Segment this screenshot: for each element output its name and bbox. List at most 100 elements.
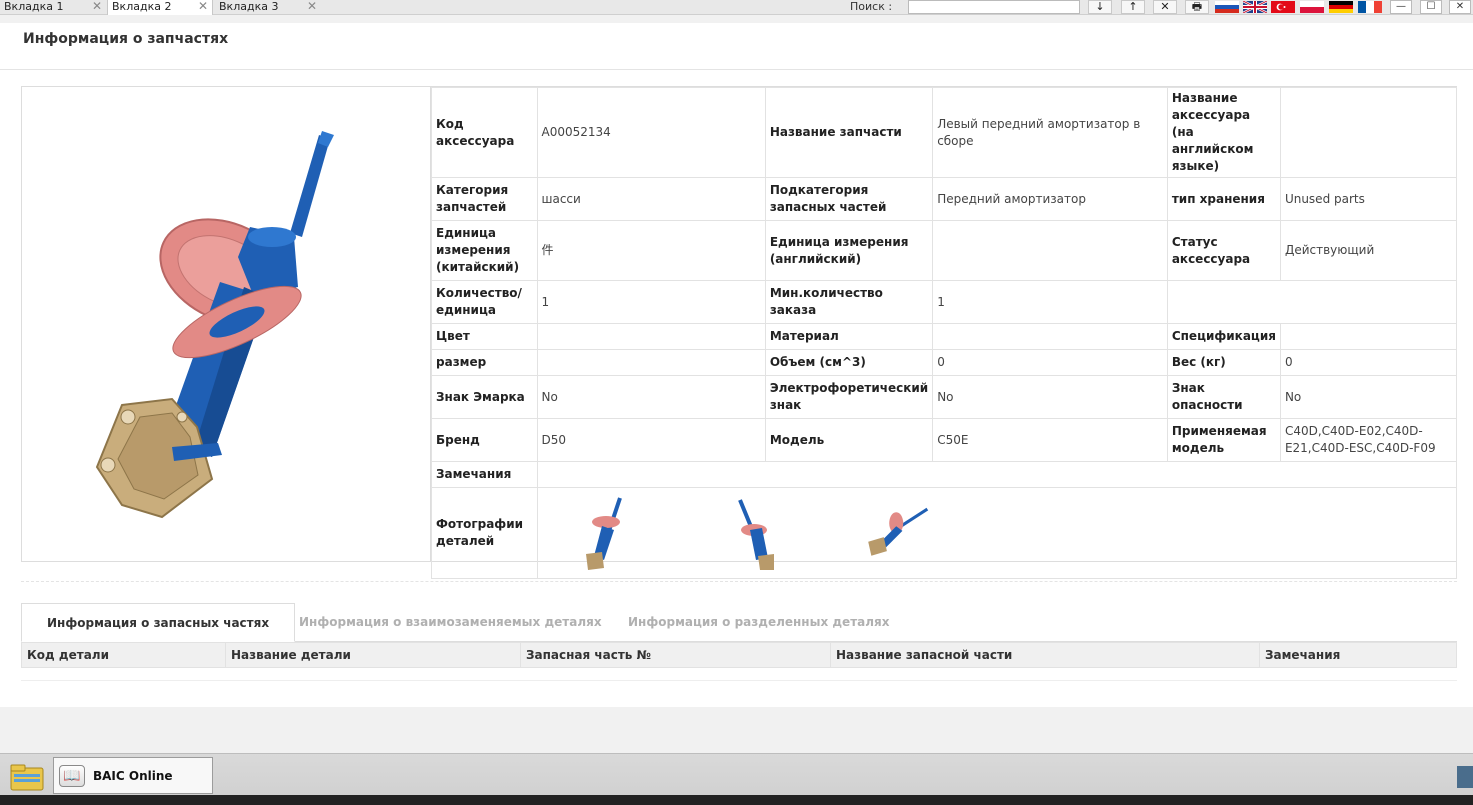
name-en-value <box>1279 87 1458 178</box>
remarks-value <box>536 461 1457 488</box>
status-value: Действующий <box>1279 220 1458 281</box>
color-value <box>536 323 766 350</box>
applicable-label: Применяемая модель <box>1166 418 1281 462</box>
category-value: шасси <box>536 177 766 221</box>
tab-3[interactable]: Вкладка 3 ✕ <box>215 0 321 15</box>
empty-cell <box>1166 280 1458 324</box>
part-main-image[interactable] <box>22 87 431 561</box>
name-label: Название запчасти <box>764 87 934 178</box>
system-tray-icon[interactable] <box>1457 766 1473 788</box>
column-header[interactable]: Запасная часть № <box>521 643 831 667</box>
emark-label: Знак Эмарка <box>431 375 538 419</box>
volume-label: Объем (см^3) <box>764 349 934 376</box>
part-photo-thumbnail[interactable] <box>722 494 792 574</box>
brand-value: D50 <box>536 418 766 462</box>
column-header[interactable]: Название запасной части <box>831 643 1260 667</box>
grid-header: Код детали Название детали Запасная част… <box>21 642 1457 668</box>
minqty-label: Мин.количество заказа <box>764 280 934 324</box>
tab-label: Вкладка 3 <box>219 0 279 13</box>
category-label: Категория запчастей <box>431 177 538 221</box>
applicable-value: C40D,C40D-E02,C40D-E21,C40D-ESC,C40D-F09 <box>1279 418 1458 462</box>
tab-label: Вкладка 1 <box>4 0 64 13</box>
taskbar-app-label: BAIC Online <box>93 769 173 783</box>
search-label: Поиск : <box>850 0 893 13</box>
shock-absorber-illustration <box>95 131 334 519</box>
maximize-button[interactable]: ☐ <box>1420 0 1442 14</box>
close-icon[interactable]: ✕ <box>92 0 102 13</box>
taskbar-app-button[interactable]: 📖 BAIC Online <box>53 757 213 794</box>
search-prev-button[interactable]: ↑ <box>1121 0 1145 14</box>
column-header[interactable]: Код детали <box>22 643 226 667</box>
divider <box>0 69 1473 70</box>
tr-flag-icon[interactable] <box>1271 1 1295 13</box>
name-en-label: Название аксессуара (на английском языке… <box>1166 87 1281 178</box>
close-icon[interactable]: ✕ <box>307 0 317 13</box>
danger-label: Знак опасности <box>1166 375 1281 419</box>
storage-value: Unused parts <box>1279 177 1458 221</box>
ru-flag-icon[interactable] <box>1215 1 1239 13</box>
gb-flag-icon[interactable] <box>1243 1 1267 13</box>
page-title: Информация о запчастях <box>23 31 229 47</box>
de-flag-icon[interactable] <box>1329 1 1353 13</box>
tab-interchangeable-parts[interactable]: Информация о взаимозаменяемых деталях <box>274 603 627 642</box>
grid-body <box>21 680 1457 681</box>
unit-cn-label: Единица измерения (китайский) <box>431 220 538 281</box>
minqty-value: 1 <box>932 280 1168 324</box>
emark-value: No <box>536 375 766 419</box>
size-label: размер <box>431 349 538 376</box>
tab-2[interactable]: Вкладка 2 ✕ <box>107 0 213 15</box>
weight-label: Вес (кг) <box>1166 349 1281 376</box>
print-button[interactable]: 🖶 <box>1185 0 1209 14</box>
size-value <box>536 349 766 376</box>
minimize-button[interactable]: — <box>1390 0 1412 14</box>
fr-flag-icon[interactable] <box>1358 1 1382 13</box>
column-header[interactable]: Замечания <box>1260 643 1456 667</box>
spec-value <box>1279 323 1458 350</box>
electro-value: No <box>932 375 1168 419</box>
tab-split-parts[interactable]: Информация о разделенных деталях <box>603 603 914 642</box>
brand-label: Бренд <box>431 418 538 462</box>
book-icon: 📖 <box>59 765 85 787</box>
part-photo-thumbnail[interactable] <box>862 494 932 574</box>
name-value: Левый передний амортизатор в сборе <box>932 87 1168 178</box>
photos-label: Фотографии деталей <box>431 487 538 579</box>
detail-tabs: Информация о запасных частях Информация … <box>21 603 1457 642</box>
unit-en-label: Единица измерения (английский) <box>764 220 934 281</box>
unit-en-value <box>932 220 1168 281</box>
main-panel: Информация о запчастях Код аксессуара A0… <box>0 23 1473 707</box>
unit-cn-value: 件 <box>536 220 766 281</box>
remarks-label: Замечания <box>431 461 538 488</box>
column-header[interactable]: Название детали <box>226 643 521 667</box>
search-next-button[interactable]: ↓ <box>1088 0 1112 14</box>
clear-search-button[interactable]: ✕ <box>1153 0 1177 14</box>
close-icon[interactable]: ✕ <box>198 0 208 13</box>
part-photo-thumbnail[interactable] <box>572 494 642 574</box>
spec-label: Спецификация <box>1166 323 1281 350</box>
color-label: Цвет <box>431 323 538 350</box>
model-value: C50E <box>932 418 1168 462</box>
model-label: Модель <box>764 418 934 462</box>
divider <box>21 581 1457 582</box>
folder-icon[interactable] <box>9 760 45 792</box>
qty-value: 1 <box>536 280 766 324</box>
screen-bottom-edge <box>0 795 1473 805</box>
search-input[interactable] <box>908 0 1080 14</box>
volume-value: 0 <box>932 349 1168 376</box>
part-info-box: Код аксессуара A00052134 Название запчас… <box>21 86 1458 579</box>
subcategory-value: Передний амортизатор <box>932 177 1168 221</box>
material-value <box>932 323 1168 350</box>
background-area <box>0 707 1473 753</box>
tab-label: Вкладка 2 <box>112 0 172 13</box>
weight-value: 0 <box>1279 349 1458 376</box>
subcategory-label: Подкатегория запасных частей <box>764 177 934 221</box>
material-label: Материал <box>764 323 934 350</box>
tab-1[interactable]: Вкладка 1 ✕ <box>0 0 106 15</box>
pl-flag-icon[interactable] <box>1300 1 1324 13</box>
code-label: Код аксессуара <box>431 87 538 178</box>
photos-cell <box>536 487 1457 579</box>
photo-thumbnails <box>542 490 1453 576</box>
status-label: Статус аксессуара <box>1166 220 1281 281</box>
tab-spare-parts-info[interactable]: Информация о запасных частях <box>21 603 296 642</box>
close-window-button[interactable]: ✕ <box>1449 0 1471 14</box>
danger-value: No <box>1279 375 1458 419</box>
